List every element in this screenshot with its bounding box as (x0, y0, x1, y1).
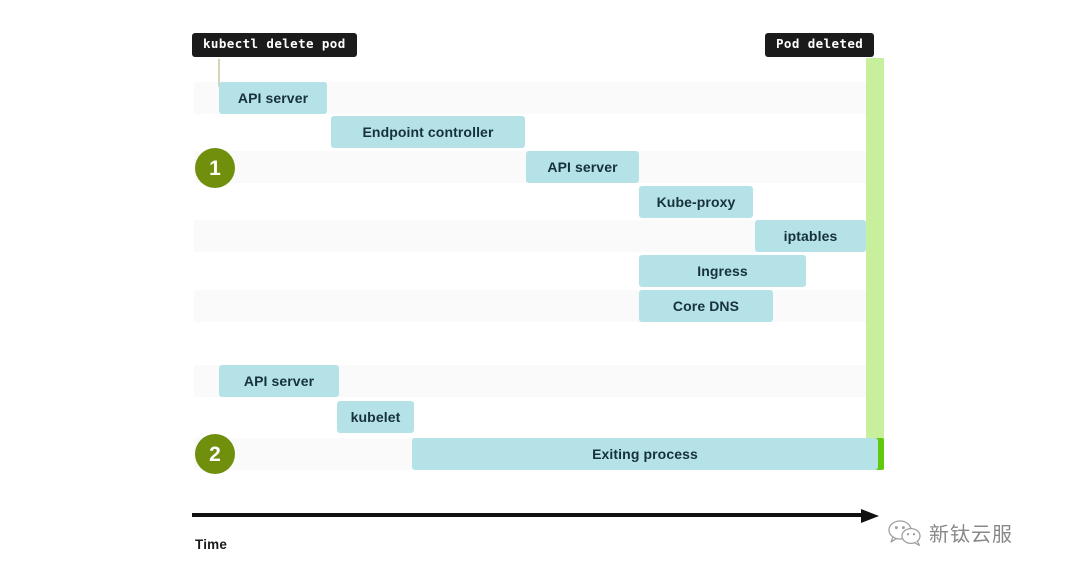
swimlane-row (194, 186, 866, 218)
task-bar: API server (526, 151, 639, 183)
diagram-canvas: kubectl delete pod Pod deleted API serve… (0, 0, 1080, 573)
time-axis-arrow-icon (861, 509, 879, 523)
step-marker-1: 1 (195, 148, 235, 188)
task-bar: Endpoint controller (331, 116, 525, 148)
swimlane-row (194, 116, 866, 148)
time-axis-line (192, 513, 867, 517)
watermark-text: 新钛云服 (929, 522, 1013, 546)
time-axis (192, 509, 882, 523)
kubectl-delete-pod-label: kubectl delete pod (192, 33, 357, 57)
task-bar: Exiting process (412, 438, 878, 470)
pod-deleted-label: Pod deleted (765, 33, 875, 57)
pod-deleted-timeline-marker (866, 58, 884, 468)
time-axis-label: Time (195, 537, 228, 552)
task-bar: Ingress (639, 255, 806, 287)
swimlane-row (194, 401, 866, 433)
task-bar: iptables (755, 220, 866, 252)
task-bar: Core DNS (639, 290, 773, 322)
task-bar: API server (219, 82, 327, 114)
watermark: 新钛云服 (888, 518, 1013, 547)
task-bar: API server (219, 365, 339, 397)
wechat-icon (888, 519, 921, 546)
task-bar: kubelet (337, 401, 414, 433)
step-marker-2: 2 (195, 434, 235, 474)
task-bar: Kube-proxy (639, 186, 753, 218)
